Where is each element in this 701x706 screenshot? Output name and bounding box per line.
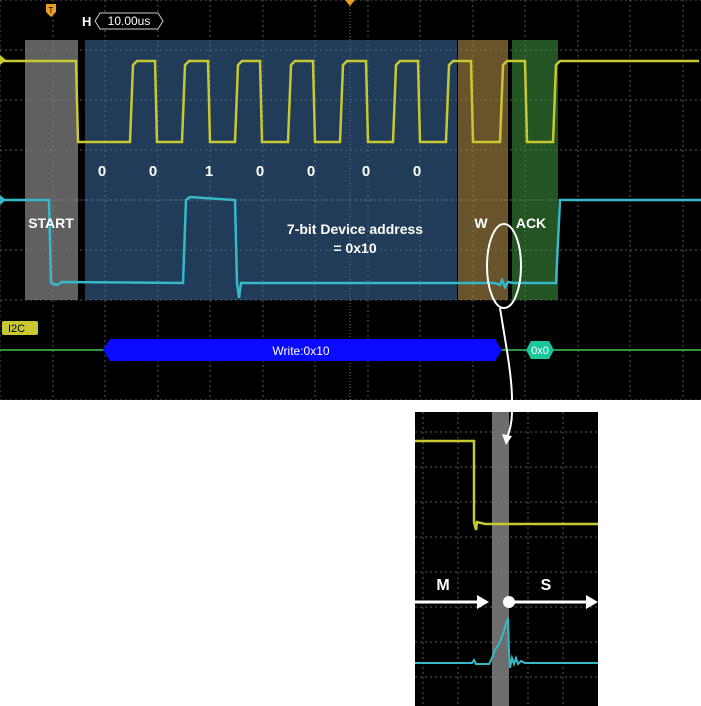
zoom-inset: M S	[415, 412, 598, 706]
zoom-display: M S	[415, 412, 598, 706]
address-annotation-line1: 7-bit Device address	[287, 221, 423, 237]
start-annotation: START	[28, 215, 74, 231]
decode-write-text: Write:0x10	[272, 344, 329, 358]
bit-label: 1	[205, 163, 213, 180]
decode-ack-text: 0x0	[531, 345, 549, 357]
callout-curve-top	[499, 307, 513, 400]
bit-label: 0	[307, 163, 315, 180]
zoom-transition-band	[492, 412, 509, 706]
ack-overlay	[512, 40, 558, 300]
bit-label: 0	[98, 163, 106, 180]
write-overlay	[458, 40, 508, 300]
bit-label: 0	[149, 163, 157, 180]
oscilloscope-screen: I2C Write:0x10 0x0 T H 10.00us START 0 0 1…	[0, 0, 701, 400]
bit-label: 0	[413, 163, 421, 180]
sda-channel-marker	[0, 195, 6, 205]
trigger-position-marker[interactable]: T	[46, 4, 56, 17]
master-label: M	[436, 577, 449, 594]
trigger-level-marker[interactable]	[345, 0, 355, 6]
ack-annotation: ACK	[516, 215, 546, 231]
scope-display: I2C Write:0x10 0x0 T H 10.00us START 0 0 1…	[0, 0, 701, 400]
bit-label: 0	[256, 163, 264, 180]
trigger-marker-letter: T	[49, 6, 54, 15]
address-annotation-line2: = 0x10	[333, 240, 376, 256]
address-overlay	[85, 40, 457, 300]
write-annotation: W	[474, 215, 488, 231]
scl-channel-marker	[0, 55, 6, 65]
bit-label: 0	[362, 163, 370, 180]
timebase-value: 10.00us	[108, 14, 151, 28]
horizontal-label: H	[82, 14, 91, 29]
slave-label: S	[541, 577, 552, 594]
i2c-bus-label: I2C	[8, 323, 25, 335]
master-arrow-head	[477, 595, 489, 609]
